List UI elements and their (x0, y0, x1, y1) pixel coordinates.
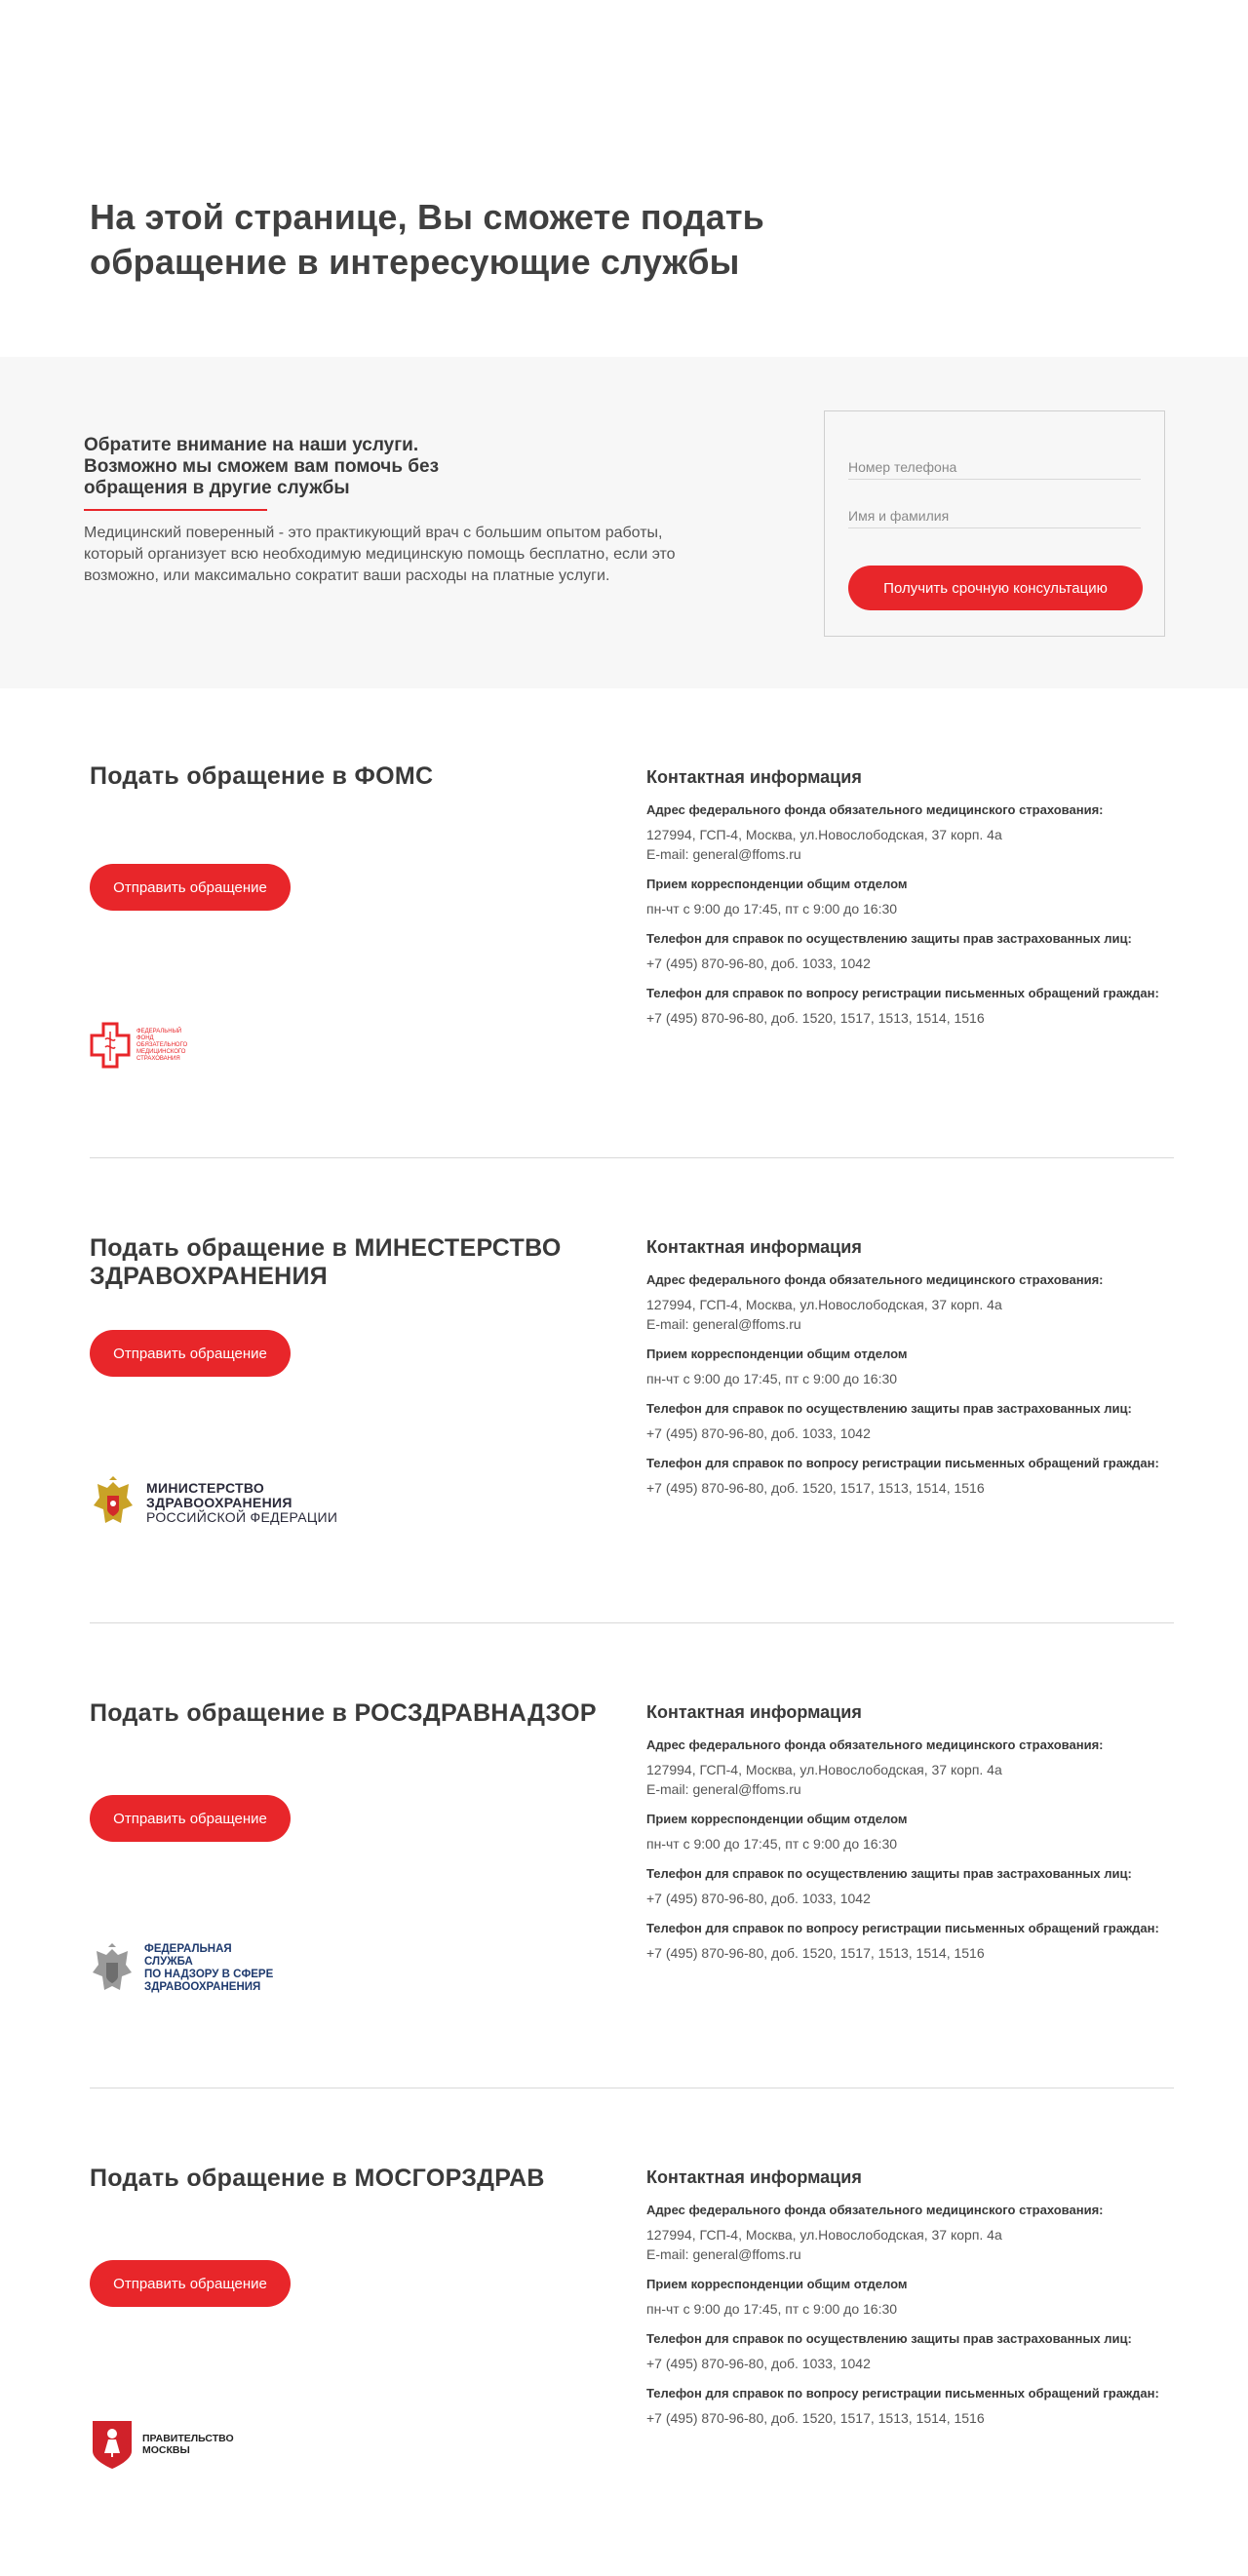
urgent-consultation-button[interactable]: Получить срочную консультацию (848, 566, 1143, 610)
hours-label: Прием корреспонденции общим отделом (646, 877, 908, 891)
hero-section: На этой странице, Вы сможете подать обра… (0, 0, 1248, 357)
logo-line: ПО НАДЗОРУ В СФЕРЕ (144, 1969, 274, 1980)
address-value: 127994, ГСП-4, Москва, ул.Новослободская… (646, 825, 1192, 864)
promo-title-underline (84, 509, 267, 511)
phone-appeals-value: +7 (495) 870-96-80, доб. 1520, 1517, 151… (646, 1010, 985, 1026)
phone-appeals-label: Телефон для справок по вопросу регистрац… (646, 1921, 1159, 1935)
service-title: Подать обращение в МОСГОРЗДРАВ (90, 2165, 545, 2192)
page-title: На этой странице, Вы сможете подать обра… (90, 197, 764, 282)
service-title: Подать обращение в РОСЗДРАВНАДЗОР (90, 1699, 597, 1727)
phone-input[interactable] (848, 447, 1141, 480)
email-line: E-mail: general@ffoms.ru (646, 1316, 801, 1332)
address-label: Адрес федерального фонда обязательного м… (646, 802, 1104, 817)
moscow-emblem-icon (93, 2421, 132, 2469)
coat-of-arms-icon (94, 1476, 133, 1523)
minzdrav-logo: МИНИСТЕРСТВО ЗДРАВООХРАНЕНИЯ РОССИЙСКОЙ … (90, 1476, 337, 1529)
logo-line: МОСКВЫ (142, 2444, 190, 2456)
address-line: 127994, ГСП-4, Москва, ул.Новослободская… (646, 2227, 1002, 2243)
address-line: 127994, ГСП-4, Москва, ул.Новослободская… (646, 827, 1002, 842)
address-label: Адрес федерального фонда обязательного м… (646, 1737, 1104, 1752)
contact-info: Контактная информация Адрес федерального… (646, 1701, 1192, 1974)
service-section-minzdrav: Подать обращение в МИНЕСТЕРСТВО ЗДРАВОХР… (0, 1158, 1248, 1623)
send-appeal-button[interactable]: Отправить обращение (90, 2260, 291, 2307)
address-line: 127994, ГСП-4, Москва, ул.Новослободская… (646, 1762, 1002, 1777)
hours-label: Прием корреспонденции общим отделом (646, 2277, 908, 2291)
contact-info: Контактная информация Адрес федерального… (646, 1236, 1192, 1509)
phone-appeals-label: Телефон для справок по вопросу регистрац… (646, 986, 1159, 1000)
logo-line: РОССИЙСКОЙ ФЕДЕРАЦИИ (146, 1508, 338, 1525)
logo-line: ЗДРАВООХРАНЕНИЯ (146, 1494, 292, 1510)
phone-appeals-value: +7 (495) 870-96-80, доб. 1520, 1517, 151… (646, 1945, 985, 1961)
service-title-wrap: Подать обращение в МОСГОРЗДРАВ (90, 2165, 616, 2193)
phone-rights-value: +7 (495) 870-96-80, доб. 1033, 1042 (646, 1891, 871, 1906)
roszdravnadzor-logo-text: ФЕДЕРАЛЬНАЯ СЛУЖБА ПО НАДЗОРУ В СФЕРЕ ЗД… (144, 1943, 281, 1994)
phone-rights-value: +7 (495) 870-96-80, доб. 1033, 1042 (646, 1425, 871, 1441)
logo-line: МИНИСТЕРСТВО (146, 1479, 265, 1496)
contacts-title: Контактная информация (646, 767, 862, 787)
phone-rights-label: Телефон для справок по осуществлению защ… (646, 931, 1132, 946)
send-appeal-button[interactable]: Отправить обращение (90, 1330, 291, 1377)
page: На этой странице, Вы сможете подать обра… (0, 0, 1248, 2576)
consultation-form: Получить срочную консультацию (824, 410, 1165, 637)
logo-line: ПРАВИТЕЛЬСТВО (142, 2433, 234, 2444)
foms-logo: ФЕДЕРАЛЬНЫЙ ФОНД ОБЯЗАТЕЛЬНОГО МЕДИЦИНСК… (90, 1022, 195, 1069)
address-label: Адрес федерального фонда обязательного м… (646, 2203, 1104, 2217)
address-value: 127994, ГСП-4, Москва, ул.Новослободская… (646, 1760, 1192, 1799)
phone-rights-label: Телефон для справок по осуществлению защ… (646, 2331, 1132, 2346)
phone-rights-label: Телефон для справок по осуществлению защ… (646, 1401, 1132, 1416)
phone-appeals-label: Телефон для справок по вопросу регистрац… (646, 1456, 1159, 1470)
email-line: E-mail: general@ffoms.ru (646, 1781, 801, 1797)
grey-coat-of-arms-icon (93, 1943, 132, 1990)
contact-info: Контактная информация Адрес федерального… (646, 2166, 1192, 2439)
promo-description: Медицинский поверенный - это практикующи… (84, 525, 676, 584)
minzdrav-logo-text: МИНИСТЕРСТВО ЗДРАВООХРАНЕНИЯ РОССИЙСКОЙ … (146, 1479, 338, 1525)
phone-rights-label: Телефон для справок по осуществлению защ… (646, 1866, 1132, 1881)
address-value: 127994, ГСП-4, Москва, ул.Новослободская… (646, 1295, 1192, 1334)
phone-rights-value: +7 (495) 870-96-80, доб. 1033, 1042 (646, 956, 871, 971)
service-section-roszdravnadzor: Подать обращение в РОСЗДРАВНАДЗОР Отправ… (0, 1623, 1248, 2088)
hours-label: Прием корреспонденции общим отделом (646, 1347, 908, 1361)
service-title-wrap: Подать обращение в РОСЗДРАВНАДЗОР (90, 1699, 616, 1728)
roszdravnadzor-logo: ФЕДЕРАЛЬНАЯ СЛУЖБА ПО НАДЗОРУ В СФЕРЕ ЗД… (90, 1941, 281, 1996)
promo-info: Обратите внимание на наши услуги. Возмож… (84, 435, 708, 587)
mosgorzdrav-logo-text: ПРАВИТЕЛЬСТВО МОСКВЫ (142, 2433, 234, 2456)
service-title-wrap: Подать обращение в ФОМС (90, 762, 616, 791)
address-line: 127994, ГСП-4, Москва, ул.Новослободская… (646, 1297, 1002, 1312)
service-title: Подать обращение в ФОМС (90, 762, 434, 790)
promo-title: Обратите внимание на наши услуги. Возмож… (84, 435, 440, 498)
logo-line: ФЕДЕРАЛЬНАЯ СЛУЖБА (144, 1943, 232, 1968)
hours-value: пн-чт с 9:00 до 17:45, пт с 9:00 до 16:3… (646, 1371, 898, 1386)
promo-section: Обратите внимание на наши услуги. Возмож… (0, 357, 1248, 688)
mosgorzdrav-logo: ПРАВИТЕЛЬСТВО МОСКВЫ (90, 2418, 234, 2471)
name-input[interactable] (848, 495, 1141, 528)
email-line: E-mail: general@ffoms.ru (646, 2246, 801, 2262)
contacts-title: Контактная информация (646, 1237, 862, 1257)
logo-line: ЗДРАВООХРАНЕНИЯ (144, 1981, 261, 1993)
service-title: Подать обращение в МИНЕСТЕРСТВО ЗДРАВОХР… (90, 1234, 562, 1290)
contacts-title: Контактная информация (646, 2167, 862, 2187)
phone-appeals-value: +7 (495) 870-96-80, доб. 1520, 1517, 151… (646, 2410, 985, 2426)
service-section-mosgorzdrav: Подать обращение в МОСГОРЗДРАВ Отправить… (0, 2088, 1248, 2576)
phone-appeals-value: +7 (495) 870-96-80, доб. 1520, 1517, 151… (646, 1480, 985, 1496)
phone-appeals-label: Телефон для справок по вопросу регистрац… (646, 2386, 1159, 2400)
contacts-title: Контактная информация (646, 1702, 862, 1722)
hours-label: Прием корреспонденции общим отделом (646, 1812, 908, 1826)
service-section-foms: Подать обращение в ФОМС Отправить обраще… (0, 688, 1248, 1158)
hours-value: пн-чт с 9:00 до 17:45, пт с 9:00 до 16:3… (646, 901, 898, 917)
email-line: E-mail: general@ffoms.ru (646, 846, 801, 862)
foms-logo-text: ФЕДЕРАЛЬНЫЙ ФОНД ОБЯЗАТЕЛЬНОГО МЕДИЦИНСК… (136, 1028, 188, 1062)
address-value: 127994, ГСП-4, Москва, ул.Новослободская… (646, 2225, 1192, 2264)
hours-value: пн-чт с 9:00 до 17:45, пт с 9:00 до 16:3… (646, 2301, 898, 2317)
phone-rights-value: +7 (495) 870-96-80, доб. 1033, 1042 (646, 2356, 871, 2371)
hours-value: пн-чт с 9:00 до 17:45, пт с 9:00 до 16:3… (646, 1836, 898, 1852)
service-title-wrap: Подать обращение в МИНЕСТЕРСТВО ЗДРАВОХР… (90, 1234, 616, 1291)
foms-cross-icon (90, 1022, 131, 1069)
address-label: Адрес федерального фонда обязательного м… (646, 1272, 1104, 1287)
send-appeal-button[interactable]: Отправить обращение (90, 864, 291, 911)
contact-info: Контактная информация Адрес федерального… (646, 766, 1192, 1039)
send-appeal-button[interactable]: Отправить обращение (90, 1795, 291, 1842)
